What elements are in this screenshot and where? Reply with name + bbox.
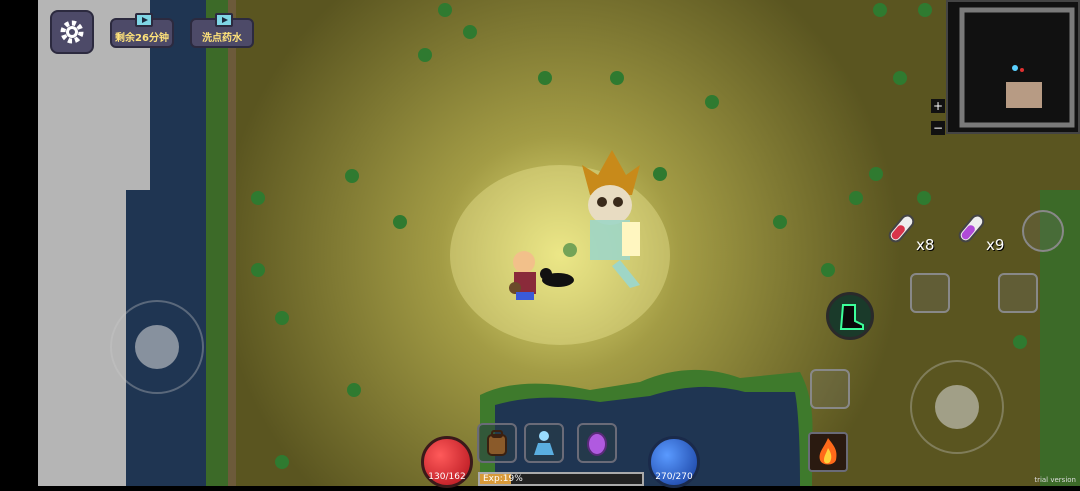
bag-icon [487,430,507,456]
empty-skill-slot-2[interactable] [998,273,1038,313]
reset-points-button[interactable]: 洗点药水 [190,13,254,48]
attack-joystick-knob[interactable] [935,385,979,429]
move-joystick-knob[interactable] [135,325,179,369]
time-remaining-button[interactable]: 剩余26分钟 [110,13,174,48]
move-joystick[interactable] [110,300,204,394]
reset-points-label: 洗点药水 [202,33,242,44]
health-potion-button[interactable]: x8 [888,210,938,256]
health-potion-count: x8 [916,236,935,254]
empty-skill-slot-3[interactable] [810,369,850,409]
trial-version-label: trial version [1034,476,1076,484]
spirit-skill-button[interactable] [524,423,564,463]
boot-icon [839,304,864,330]
tv-play-icon [215,13,233,27]
mp-text: 270/270 [655,472,693,482]
minimap-view [959,7,1075,128]
tv-play-icon [135,13,153,27]
attack-joystick[interactable] [910,360,1004,454]
mp-orb: 270/270 [648,436,700,488]
minimap-zoom-out[interactable]: − [931,121,945,135]
empty-skill-slot-1[interactable] [910,273,950,313]
fire-skill-button[interactable] [808,432,848,472]
mana-potion-button[interactable]: x9 [958,210,1008,256]
fire-icon [819,438,837,465]
empty-quick-slot[interactable] [1022,210,1064,252]
hp-orb: 130/162 [421,436,473,488]
mana-potion-count: x9 [986,236,1005,254]
minimap-zoom-in[interactable]: + [931,99,945,113]
dash-skill-button[interactable] [826,292,874,340]
exp-bar: Exp:19% [478,472,644,486]
inventory-bag-button[interactable] [477,423,517,463]
exp-text: Exp:19% [483,474,523,484]
spirit-skill-icon [534,431,554,455]
settings-button[interactable] [50,10,94,54]
minimap[interactable] [946,0,1080,134]
time-remaining-label: 剩余26分钟 [115,33,169,44]
egg-icon [587,432,607,456]
egg-item-button[interactable] [577,423,617,463]
gear-icon [60,20,84,44]
hp-text: 130/162 [428,472,466,482]
